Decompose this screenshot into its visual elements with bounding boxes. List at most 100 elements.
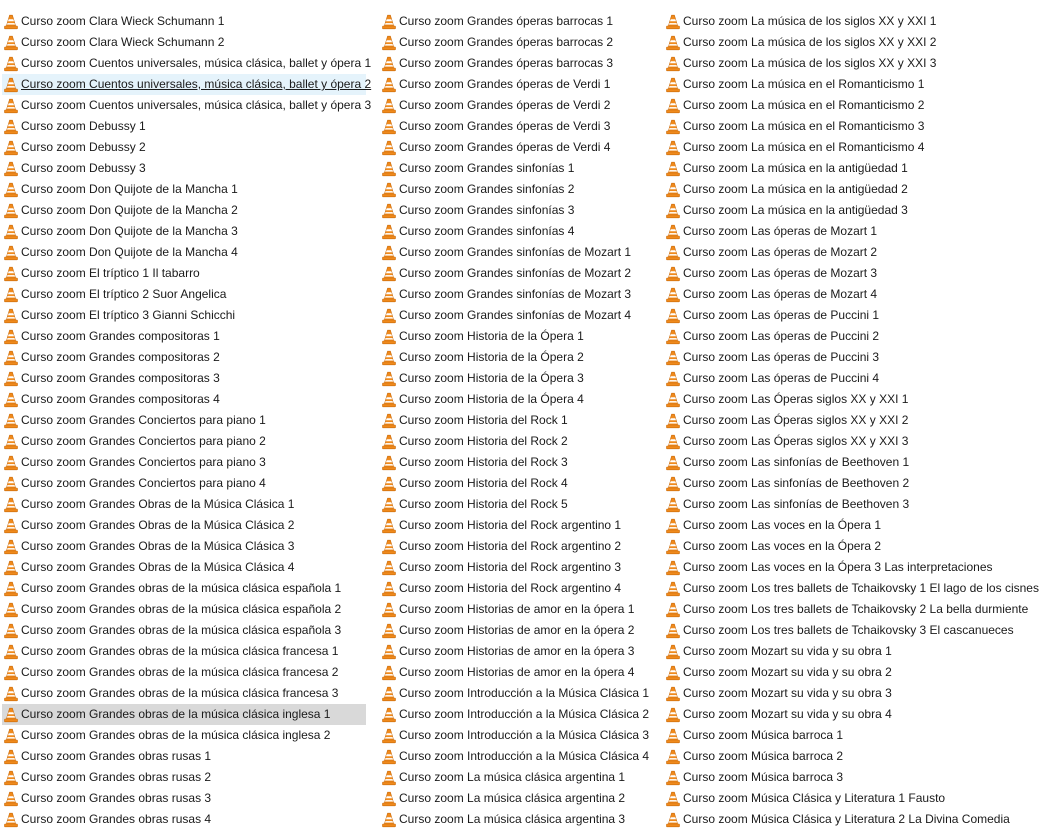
file-item[interactable]: Curso zoom Historia de la Ópera 2 — [380, 347, 650, 368]
file-item[interactable]: Curso zoom Grandes compositoras 1 — [2, 326, 366, 347]
file-item[interactable]: Curso zoom Grandes óperas barrocas 3 — [380, 53, 650, 74]
file-item[interactable]: Curso zoom Historia del Rock 5 — [380, 494, 650, 515]
file-item[interactable]: Curso zoom Grandes óperas de Verdi 1 — [380, 74, 650, 95]
file-item[interactable]: Curso zoom Introducción a la Música Clás… — [380, 704, 650, 725]
file-item[interactable]: Curso zoom Música barroca 2 — [664, 746, 1036, 767]
file-item[interactable]: Curso zoom Historia del Rock 2 — [380, 431, 650, 452]
file-item[interactable]: Curso zoom Introducción a la Música Clás… — [380, 683, 650, 704]
file-item[interactable]: Curso zoom Cuentos universales, música c… — [2, 74, 371, 95]
file-item[interactable]: Curso zoom Grandes Conciertos para piano… — [2, 410, 366, 431]
file-item[interactable]: Curso zoom Los tres ballets de Tchaikovs… — [664, 578, 1039, 599]
file-item[interactable]: Curso zoom Don Quijote de la Mancha 3 — [2, 221, 366, 242]
file-item[interactable]: Curso zoom La música clásica argentina 3 — [380, 809, 650, 830]
file-item[interactable]: Curso zoom Grandes sinfonías 3 — [380, 200, 650, 221]
file-item[interactable]: Curso zoom Grandes Obras de la Música Cl… — [2, 557, 366, 578]
file-item[interactable]: Curso zoom Grandes Conciertos para piano… — [2, 473, 366, 494]
file-item[interactable]: Curso zoom Grandes sinfonías de Mozart 2 — [380, 263, 650, 284]
file-item[interactable]: Curso zoom Grandes sinfonías 1 — [380, 158, 650, 179]
file-item[interactable]: Curso zoom Las Óperas siglos XX y XXI 2 — [664, 410, 1036, 431]
file-item[interactable]: Curso zoom Historia del Rock 4 — [380, 473, 650, 494]
file-item[interactable]: Curso zoom Las óperas de Puccini 1 — [664, 305, 1036, 326]
file-item[interactable]: Curso zoom Don Quijote de la Mancha 1 — [2, 179, 366, 200]
file-item[interactable]: Curso zoom Las óperas de Mozart 3 — [664, 263, 1036, 284]
file-item[interactable]: Curso zoom El tríptico 3 Gianni Schicchi — [2, 305, 366, 326]
file-item[interactable]: Curso zoom Mozart su vida y su obra 4 — [664, 704, 1036, 725]
file-item[interactable]: Curso zoom La música en el Romanticismo … — [664, 116, 1036, 137]
file-item[interactable]: Curso zoom Grandes obras de la música cl… — [2, 662, 366, 683]
file-item[interactable]: Curso zoom Historias de amor en la ópera… — [380, 599, 650, 620]
file-item[interactable]: Curso zoom Cuentos universales, música c… — [2, 53, 371, 74]
file-item[interactable]: Curso zoom Música Clásica y Literatura 1… — [664, 788, 1036, 809]
file-item[interactable]: Curso zoom Grandes Conciertos para piano… — [2, 452, 366, 473]
file-item[interactable]: Curso zoom Las sinfonías de Beethoven 2 — [664, 473, 1036, 494]
file-item[interactable]: Curso zoom Las óperas de Puccini 4 — [664, 368, 1036, 389]
file-item[interactable]: Curso zoom La música en la antigüedad 1 — [664, 158, 1036, 179]
file-item[interactable]: Curso zoom Grandes sinfonías 2 — [380, 179, 650, 200]
file-item[interactable]: Curso zoom La música clásica argentina 1 — [380, 767, 650, 788]
file-item[interactable]: Curso zoom Grandes sinfonías de Mozart 4 — [380, 305, 650, 326]
file-item[interactable]: Curso zoom Los tres ballets de Tchaikovs… — [664, 620, 1036, 641]
file-item[interactable]: Curso zoom Clara Wieck Schumann 2 — [2, 32, 366, 53]
file-item[interactable]: Curso zoom Don Quijote de la Mancha 2 — [2, 200, 366, 221]
file-item[interactable]: Curso zoom La música de los siglos XX y … — [664, 11, 1036, 32]
file-item[interactable]: Curso zoom Grandes sinfonías 4 — [380, 221, 650, 242]
file-item[interactable]: Curso zoom Grandes Obras de la Música Cl… — [2, 536, 366, 557]
file-item[interactable]: Curso zoom La música en el Romanticismo … — [664, 95, 1036, 116]
file-item[interactable]: Curso zoom Introducción a la Música Clás… — [380, 725, 650, 746]
file-item[interactable]: Curso zoom La música de los siglos XX y … — [664, 32, 1036, 53]
file-item[interactable]: Curso zoom Grandes óperas de Verdi 4 — [380, 137, 650, 158]
file-item[interactable]: Curso zoom Debussy 2 — [2, 137, 366, 158]
file-item[interactable]: Curso zoom Mozart su vida y su obra 1 — [664, 641, 1036, 662]
file-item[interactable]: Curso zoom Debussy 3 — [2, 158, 366, 179]
file-item[interactable]: Curso zoom La música en el Romanticismo … — [664, 74, 1036, 95]
file-item[interactable]: Curso zoom Los tres ballets de Tchaikovs… — [664, 599, 1036, 620]
file-item[interactable]: Curso zoom Grandes obras de la música cl… — [2, 578, 366, 599]
file-item[interactable]: Curso zoom Las óperas de Mozart 2 — [664, 242, 1036, 263]
file-item[interactable]: Curso zoom La música en la antigüedad 3 — [664, 200, 1036, 221]
file-item[interactable]: Curso zoom Grandes obras rusas 2 — [2, 767, 366, 788]
file-item[interactable]: Curso zoom Grandes obras rusas 3 — [2, 788, 366, 809]
file-item[interactable]: Curso zoom Música barroca 1 — [664, 725, 1036, 746]
file-item[interactable]: Curso zoom Historia de la Ópera 3 — [380, 368, 650, 389]
file-item[interactable]: Curso zoom Grandes obras rusas 1 — [2, 746, 366, 767]
file-item[interactable]: Curso zoom Clara Wieck Schumann 1 — [2, 11, 366, 32]
file-item[interactable]: Curso zoom Historia del Rock 3 — [380, 452, 650, 473]
file-item[interactable]: Curso zoom Historia de la Ópera 4 — [380, 389, 650, 410]
file-item[interactable]: Curso zoom Grandes sinfonías de Mozart 1 — [380, 242, 650, 263]
file-item[interactable]: Curso zoom Introducción a la Música Clás… — [380, 746, 650, 767]
file-item[interactable]: Curso zoom Grandes obras rusas 4 — [2, 809, 366, 830]
file-item[interactable]: Curso zoom Las voces en la Ópera 2 — [664, 536, 1036, 557]
file-item[interactable]: Curso zoom Historias de amor en la ópera… — [380, 641, 650, 662]
file-item[interactable]: Curso zoom Historia del Rock argentino 4 — [380, 578, 650, 599]
file-item[interactable]: Curso zoom Las óperas de Puccini 2 — [664, 326, 1036, 347]
file-item[interactable]: Curso zoom Grandes obras de la música cl… — [2, 704, 366, 725]
file-item[interactable]: Curso zoom Las óperas de Mozart 1 — [664, 221, 1036, 242]
file-item[interactable]: Curso zoom Grandes Obras de la Música Cl… — [2, 494, 366, 515]
file-item[interactable]: Curso zoom Historia del Rock argentino 3 — [380, 557, 650, 578]
file-item[interactable]: Curso zoom La música clásica argentina 2 — [380, 788, 650, 809]
file-item[interactable]: Curso zoom Historia del Rock argentino 1 — [380, 515, 650, 536]
file-item[interactable]: Curso zoom Historia del Rock argentino 2 — [380, 536, 650, 557]
file-item[interactable]: Curso zoom Grandes óperas barrocas 2 — [380, 32, 650, 53]
file-item[interactable]: Curso zoom Las Óperas siglos XX y XXI 3 — [664, 431, 1036, 452]
file-item[interactable]: Curso zoom Cuentos universales, música c… — [2, 95, 371, 116]
file-item[interactable]: Curso zoom Mozart su vida y su obra 2 — [664, 662, 1036, 683]
file-item[interactable]: Curso zoom Grandes óperas de Verdi 3 — [380, 116, 650, 137]
file-item[interactable]: Curso zoom Grandes sinfonías de Mozart 3 — [380, 284, 650, 305]
file-item[interactable]: Curso zoom Las Óperas siglos XX y XXI 1 — [664, 389, 1036, 410]
file-item[interactable]: Curso zoom Debussy 1 — [2, 116, 366, 137]
file-item[interactable]: Curso zoom Historias de amor en la ópera… — [380, 620, 650, 641]
file-item[interactable]: Curso zoom Historias de amor en la ópera… — [380, 662, 650, 683]
file-item[interactable]: Curso zoom Grandes compositoras 3 — [2, 368, 366, 389]
file-item[interactable]: Curso zoom Grandes obras de la música cl… — [2, 620, 366, 641]
file-item[interactable]: Curso zoom Don Quijote de la Mancha 4 — [2, 242, 366, 263]
file-item[interactable]: Curso zoom Grandes compositoras 4 — [2, 389, 366, 410]
file-item[interactable]: Curso zoom Grandes obras de la música cl… — [2, 725, 366, 746]
file-item[interactable]: Curso zoom Grandes Obras de la Música Cl… — [2, 515, 366, 536]
file-item[interactable]: Curso zoom El tríptico 2 Suor Angelica — [2, 284, 366, 305]
file-item[interactable]: Curso zoom Las óperas de Puccini 3 — [664, 347, 1036, 368]
file-item[interactable]: Curso zoom Las óperas de Mozart 4 — [664, 284, 1036, 305]
file-item[interactable]: Curso zoom Historia del Rock 1 — [380, 410, 650, 431]
file-item[interactable]: Curso zoom Grandes óperas barrocas 1 — [380, 11, 650, 32]
file-item[interactable]: Curso zoom Grandes obras de la música cl… — [2, 683, 366, 704]
